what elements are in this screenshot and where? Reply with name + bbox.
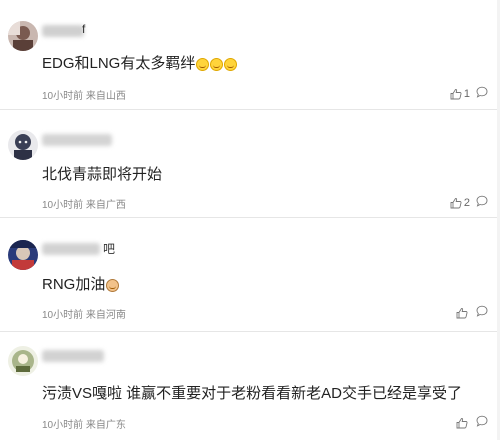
laugh-emoji-icon [224,57,238,71]
comment-actions [456,304,488,322]
comment-meta: 10小时前 来自山西 [42,91,126,102]
username-blurred[interactable] [42,25,84,37]
reply-button[interactable] [476,194,488,212]
comment-bubble-icon [476,195,488,207]
reply-button[interactable] [476,304,488,322]
like-button[interactable] [456,307,470,319]
thumbs-up-icon [456,307,468,319]
comment-item: 吧 RNG加油 10小时前 来自河南 [0,218,500,332]
comment-bubble-icon [476,86,488,98]
comment-text-content: RNG加油 [42,276,106,293]
comment-item: f EDG和LNG有太多羁绊 10小时前 来自山西 1 [0,0,500,110]
comment-meta: 10小时前 来自河南 [42,310,126,321]
dog-emoji-icon [106,278,120,292]
comment-actions [456,414,488,432]
avatar-image [8,346,38,376]
comment-item: 污渍VS嘎啦 谁赢不重要对于老粉看看新老AD交手已经是享受了 10小时前 来自广… [0,332,500,440]
like-button[interactable] [456,417,470,429]
like-count: 1 [463,88,470,100]
comment-text: EDG和LNG有太多羁绊 [42,52,238,73]
comment-meta: 10小时前 来自广东 [42,420,126,431]
avatar[interactable] [8,130,38,160]
laugh-emoji-icon [196,57,210,71]
thumbs-up-icon [450,88,462,100]
laugh-emoji-icon [210,57,224,71]
reply-button[interactable] [476,85,488,103]
comment-text-content: EDG和LNG有太多羁绊 [42,55,196,72]
comment-actions: 2 [450,194,488,212]
avatar[interactable] [8,346,38,376]
username-tail: 吧 [103,242,116,256]
username-blurred[interactable] [42,243,100,255]
comment-text: 北伐青蒜即将开始 [42,166,163,183]
thumbs-up-icon [456,417,468,429]
comment-text: 污渍VS嘎啦 谁赢不重要对于老粉看看新老AD交手已经是享受了 [42,385,463,402]
avatar-image [8,130,38,160]
comment-text: RNG加油 [42,273,120,294]
reply-button[interactable] [476,414,488,432]
avatar-image [8,240,38,270]
comment-actions: 1 [450,85,488,103]
avatar-image [8,21,38,51]
comment-bubble-icon [476,305,488,317]
comment-item: 北伐青蒜即将开始 10小时前 来自广西 2 [0,110,500,218]
like-button[interactable]: 1 [450,88,470,100]
avatar[interactable] [8,240,38,270]
avatar[interactable] [8,21,38,51]
username-blurred[interactable] [42,134,112,146]
username-tail: f [82,22,86,36]
like-button[interactable]: 2 [450,197,470,209]
comment-meta: 10小时前 来自广西 [42,200,126,211]
thumbs-up-icon [450,197,462,209]
like-count: 2 [463,197,470,209]
comment-bubble-icon [476,415,488,427]
username-blurred[interactable] [42,350,104,362]
